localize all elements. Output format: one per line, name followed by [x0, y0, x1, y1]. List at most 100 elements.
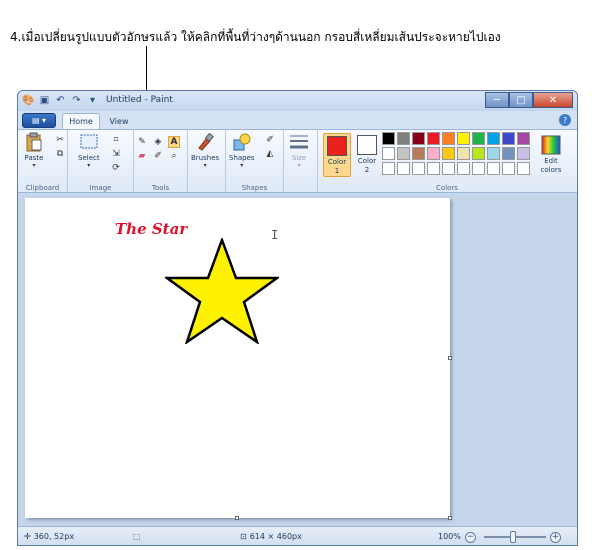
redo-icon[interactable]: ↷ [70, 94, 83, 107]
ribbon-tabs: ▤ ▾ Home View ? [18, 111, 577, 129]
status-bar: ✛ 360, 52px ⬚ ⊡ 614 × 460px 100% − + [18, 526, 577, 545]
palette-swatch[interactable] [517, 132, 530, 145]
minimize-button[interactable]: ─ [485, 92, 509, 108]
shapes-button[interactable]: Shapes ▾ [229, 132, 255, 169]
canvas-area[interactable]: The Star I [18, 194, 577, 526]
selection-icon: ⬚ [133, 532, 141, 541]
maximize-button[interactable]: □ [509, 92, 533, 108]
shapes-small-tools: ✐ ◭ [264, 134, 278, 160]
brushes-label: Brushes [191, 154, 220, 162]
zoom-slider-thumb[interactable] [510, 531, 516, 543]
pencil-icon[interactable]: ✎ [136, 136, 148, 148]
undo-icon[interactable]: ↶ [54, 94, 67, 107]
drawing-canvas[interactable]: The Star I [25, 198, 452, 520]
color-picker-icon[interactable]: ✐ [152, 150, 164, 162]
resize-handle-corner[interactable] [448, 516, 452, 520]
size-button[interactable]: Size ▾ [289, 132, 309, 169]
shapes-dropdown-icon: ▾ [240, 162, 244, 169]
palette-swatch[interactable] [487, 162, 500, 175]
select-button[interactable]: Select ▾ [78, 132, 100, 169]
palette-swatch[interactable] [442, 162, 455, 175]
paint-app-icon[interactable]: 🎨 [22, 94, 35, 107]
color2-button[interactable]: Color 2 [353, 133, 381, 177]
palette-swatch[interactable] [517, 147, 530, 160]
tools-group: ✎ ◈ A ▰ ✐ ⌕ Tools [134, 130, 188, 194]
save-icon[interactable]: ▣ [38, 94, 51, 107]
palette-swatch[interactable] [382, 132, 395, 145]
palette-swatch[interactable] [412, 132, 425, 145]
canvas-text[interactable]: The Star [115, 220, 187, 238]
size-dropdown-icon: ▾ [297, 162, 301, 169]
tab-view[interactable]: View [102, 113, 136, 129]
brushes-button[interactable]: Brushes ▾ [191, 132, 219, 169]
canvas-size-icon: ⊡ [240, 532, 247, 541]
palette-swatch[interactable] [457, 162, 470, 175]
image-group: Select ▾ ⌗ ⇲ ⟳ Image [68, 130, 134, 194]
zoom-level: 100% [438, 532, 461, 541]
resize-handle-right[interactable] [448, 356, 452, 360]
palette-swatch[interactable] [442, 147, 455, 160]
select-dropdown-icon: ▾ [87, 162, 91, 169]
cut-icon[interactable]: ✂ [54, 134, 66, 146]
star-shape[interactable] [165, 238, 279, 344]
palette-swatch[interactable] [412, 162, 425, 175]
color2-label: Color 2 [357, 157, 377, 174]
palette-swatch[interactable] [472, 147, 485, 160]
palette-swatch[interactable] [502, 132, 515, 145]
palette-swatch[interactable] [487, 147, 500, 160]
help-icon[interactable]: ? [559, 114, 571, 126]
clipboard-group: Paste ▾ ✂ ⧉ Clipboard [18, 130, 68, 194]
palette-swatch[interactable] [457, 132, 470, 145]
edit-colors-label: Edit colors [540, 157, 562, 174]
shapes-icon [233, 133, 251, 151]
tools-group-label: Tools [151, 184, 170, 192]
color1-label: Color 1 [327, 158, 347, 175]
palette-swatch[interactable] [427, 162, 440, 175]
edit-colors-button[interactable]: Edit colors [534, 133, 568, 177]
clipboard-small-tools: ✂ ⧉ [54, 134, 66, 160]
paint-menu-button[interactable]: ▤ ▾ [22, 113, 56, 128]
size-lines-icon [290, 135, 308, 149]
size-label: Size [291, 154, 307, 162]
palette-swatch[interactable] [397, 147, 410, 160]
canvas-size-value: 614 × 460px [249, 532, 302, 541]
palette-swatch[interactable] [487, 132, 500, 145]
clipboard-group-label: Clipboard [25, 184, 60, 192]
tab-home[interactable]: Home [62, 113, 100, 129]
outline-icon[interactable]: ✐ [264, 134, 276, 146]
palette-swatch[interactable] [427, 147, 440, 160]
palette-swatch[interactable] [397, 162, 410, 175]
palette-swatch[interactable] [427, 132, 440, 145]
instruction-caption: 4.เมื่อเปลี่ยนรูปแบบตัวอักษรแล้ว ให้คลิก… [10, 30, 501, 44]
resize-handle-bottom[interactable] [235, 516, 239, 520]
palette-swatch[interactable] [472, 132, 485, 145]
magnifier-icon[interactable]: ⌕ [168, 150, 180, 162]
crop-icon[interactable]: ⌗ [110, 134, 122, 146]
fill-icon[interactable]: ◈ [152, 136, 164, 148]
palette-swatch[interactable] [412, 147, 425, 160]
copy-icon[interactable]: ⧉ [54, 148, 66, 160]
eraser-icon[interactable]: ▰ [136, 150, 148, 162]
shape-fill-icon[interactable]: ◭ [264, 148, 276, 160]
close-button[interactable]: ✕ [533, 92, 573, 108]
zoom-out-icon[interactable]: − [465, 532, 476, 543]
color1-button[interactable]: Color 1 [323, 133, 351, 177]
palette-swatch[interactable] [382, 147, 395, 160]
text-tool-icon[interactable]: A [168, 136, 180, 148]
brushes-group: Brushes ▾ [188, 130, 226, 194]
resize-icon[interactable]: ⇲ [110, 148, 122, 160]
paste-label: Paste [24, 154, 44, 162]
palette-swatch[interactable] [457, 147, 470, 160]
zoom-in-icon[interactable]: + [550, 532, 561, 543]
image-small-tools: ⌗ ⇲ ⟳ [110, 134, 122, 174]
customize-qat-icon[interactable]: ▾ [86, 94, 99, 107]
palette-swatch[interactable] [472, 162, 485, 175]
rotate-icon[interactable]: ⟳ [110, 162, 122, 174]
palette-swatch[interactable] [397, 132, 410, 145]
palette-swatch[interactable] [382, 162, 395, 175]
palette-swatch[interactable] [517, 162, 530, 175]
paste-button[interactable]: Paste ▾ [24, 132, 44, 169]
palette-swatch[interactable] [502, 147, 515, 160]
palette-swatch[interactable] [442, 132, 455, 145]
palette-swatch[interactable] [502, 162, 515, 175]
